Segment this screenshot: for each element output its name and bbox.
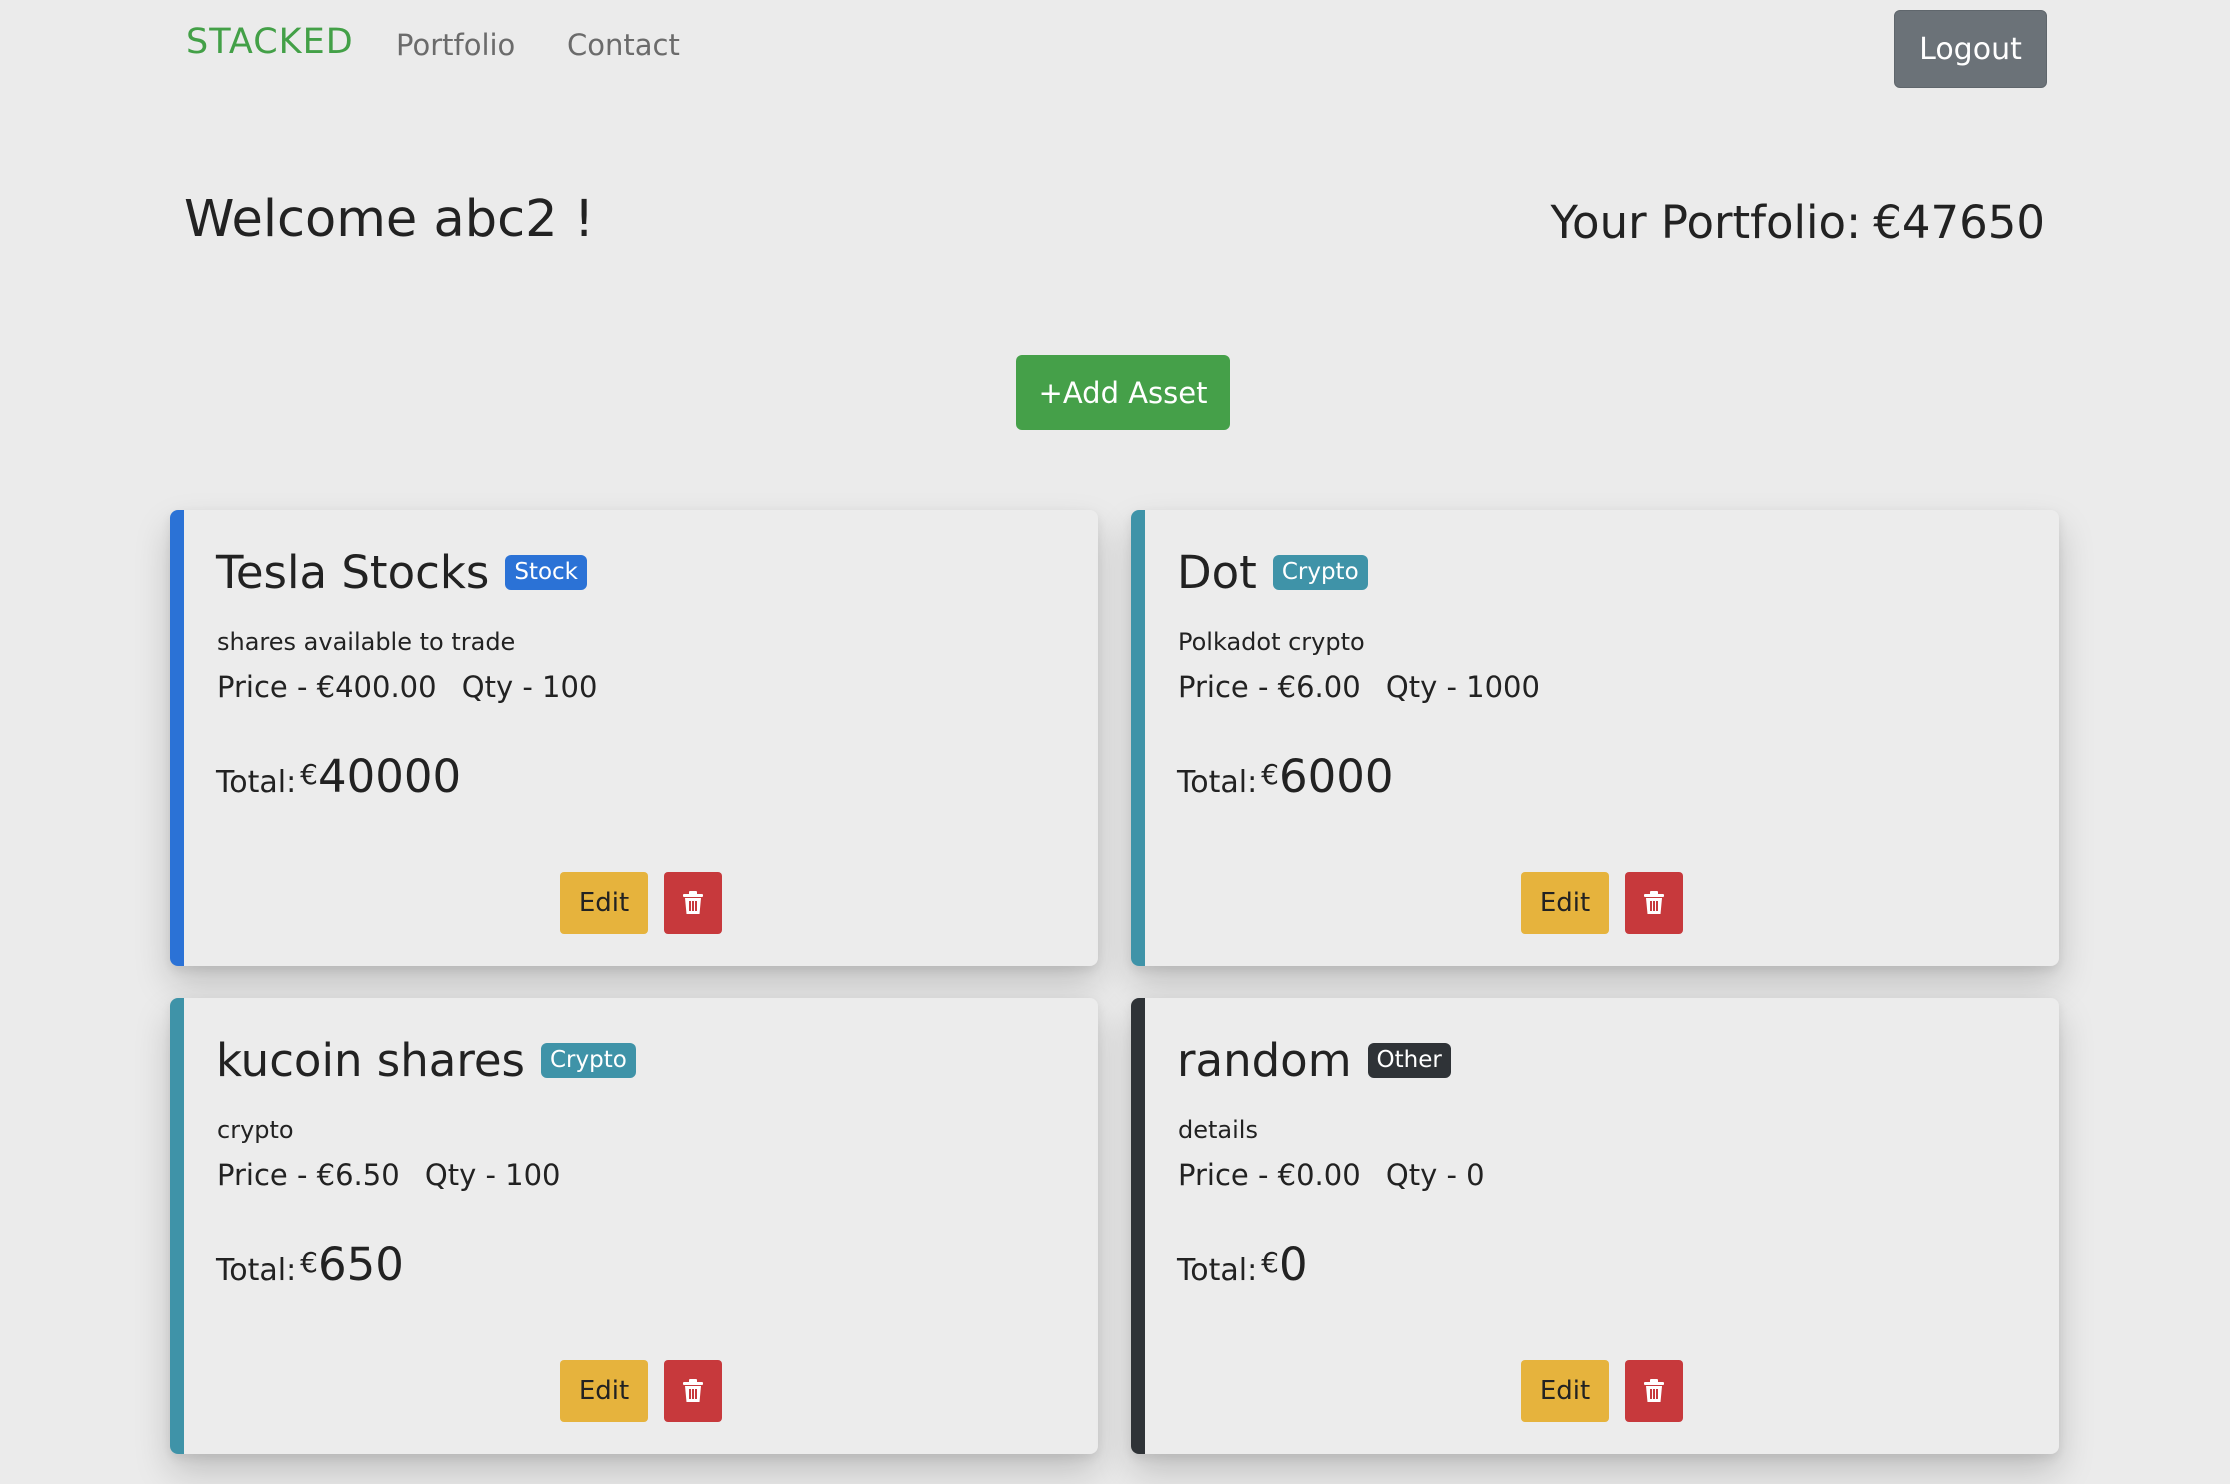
portfolio-label: Your Portfolio: <box>1550 196 1862 249</box>
asset-total: Total: € 0 <box>1177 1238 1308 1291</box>
asset-card: Tesla Stocks Stock shares available to t… <box>170 510 1098 966</box>
delete-button[interactable] <box>1625 1360 1683 1422</box>
welcome-heading: Welcome abc2 ! <box>184 190 595 249</box>
asset-total-label: Total: <box>1177 765 1258 800</box>
asset-type-badge: Stock <box>505 554 587 591</box>
asset-total-value: 40000 <box>318 750 462 803</box>
delete-button[interactable] <box>664 1360 722 1422</box>
trash-icon <box>1644 1379 1664 1402</box>
edit-button[interactable]: Edit <box>560 1360 648 1422</box>
asset-price: Price - €400.00 <box>217 670 437 704</box>
asset-total: Total: € 6000 <box>1177 750 1394 803</box>
asset-type-stripe <box>170 998 184 1454</box>
logout-button[interactable]: Logout <box>1894 10 2047 88</box>
asset-price-qty: Price - €400.00 Qty - 100 <box>217 670 597 704</box>
asset-total-value: 650 <box>318 1238 404 1291</box>
asset-description: Polkadot crypto <box>1178 628 1365 656</box>
asset-title: kucoin shares Crypto <box>216 1034 636 1087</box>
trash-icon <box>1644 891 1664 914</box>
asset-qty: Qty - 100 <box>424 1158 561 1192</box>
asset-price-qty: Price - €6.00 Qty - 1000 <box>1178 670 1540 704</box>
asset-total-currency: € <box>300 1246 318 1279</box>
delete-button[interactable] <box>1625 872 1683 934</box>
asset-name: Dot <box>1177 546 1257 599</box>
edit-button[interactable]: Edit <box>1521 872 1609 934</box>
add-asset-button[interactable]: +Add Asset <box>1016 355 1230 430</box>
asset-price: Price - €6.00 <box>1178 670 1361 704</box>
asset-name: random <box>1177 1034 1352 1087</box>
asset-card: kucoin shares Crypto crypto Price - €6.5… <box>170 998 1098 1454</box>
asset-qty: Qty - 1000 <box>1385 670 1540 704</box>
asset-type-badge: Other <box>1367 1042 1451 1079</box>
asset-price-qty: Price - €6.50 Qty - 100 <box>217 1158 561 1192</box>
trash-icon <box>683 1379 703 1402</box>
asset-name: kucoin shares <box>216 1034 525 1087</box>
asset-total-label: Total: <box>1177 1253 1258 1288</box>
asset-type-badge: Crypto <box>540 1042 636 1079</box>
delete-button[interactable] <box>664 872 722 934</box>
asset-card: Dot Crypto Polkadot crypto Price - €6.00… <box>1131 510 2059 966</box>
asset-total-value: 6000 <box>1279 750 1394 803</box>
asset-description: details <box>1178 1116 1258 1144</box>
asset-price-qty: Price - €0.00 Qty - 0 <box>1178 1158 1485 1192</box>
asset-type-stripe <box>1131 998 1145 1454</box>
asset-total-label: Total: <box>216 1253 297 1288</box>
asset-title: Dot Crypto <box>1177 546 1368 599</box>
portfolio-value: €47650 <box>1873 196 2045 249</box>
navbar: STACKED Portfolio Contact Logout <box>0 0 2230 96</box>
asset-card: random Other details Price - €0.00 Qty -… <box>1131 998 2059 1454</box>
edit-button[interactable]: Edit <box>560 872 648 934</box>
edit-button[interactable]: Edit <box>1521 1360 1609 1422</box>
asset-total-label: Total: <box>216 765 297 800</box>
asset-total-value: 0 <box>1279 1238 1308 1291</box>
asset-total-currency: € <box>1261 1246 1279 1279</box>
asset-type-badge: Crypto <box>1272 554 1368 591</box>
asset-total: Total: € 40000 <box>216 750 461 803</box>
asset-total-currency: € <box>300 758 318 791</box>
brand-logo[interactable]: STACKED <box>186 22 354 62</box>
asset-description: shares available to trade <box>217 628 516 656</box>
trash-icon <box>683 891 703 914</box>
asset-price: Price - €0.00 <box>1178 1158 1361 1192</box>
asset-qty: Qty - 0 <box>1385 1158 1485 1192</box>
asset-type-stripe <box>1131 510 1145 966</box>
asset-qty: Qty - 100 <box>461 670 598 704</box>
asset-name: Tesla Stocks <box>216 546 490 599</box>
asset-title: Tesla Stocks Stock <box>216 546 587 599</box>
asset-total-currency: € <box>1261 758 1279 791</box>
asset-price: Price - €6.50 <box>217 1158 400 1192</box>
asset-description: crypto <box>217 1116 294 1144</box>
portfolio-total: Your Portfolio: €47650 <box>1551 196 2045 249</box>
asset-type-stripe <box>170 510 184 966</box>
nav-link-portfolio[interactable]: Portfolio <box>396 28 515 62</box>
asset-total: Total: € 650 <box>216 1238 404 1291</box>
asset-title: random Other <box>1177 1034 1451 1087</box>
nav-link-contact[interactable]: Contact <box>567 28 680 62</box>
